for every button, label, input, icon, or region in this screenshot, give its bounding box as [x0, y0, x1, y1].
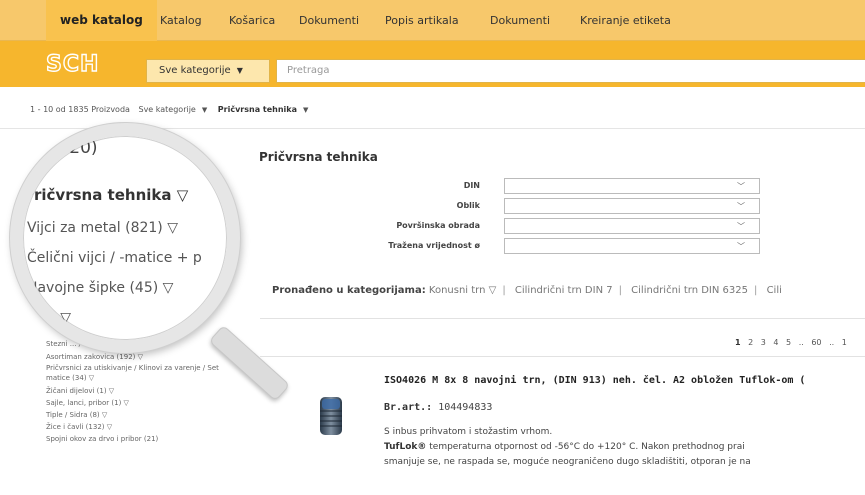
page-link[interactable]: 60	[811, 338, 821, 347]
breadcrumb: 1 - 10 od 1835 Proizvoda Sve kategorije ▼…	[30, 105, 316, 114]
filter-select-trazena-vrijednost[interactable]: ﹀	[504, 238, 760, 254]
filter-select-povrsinska-obrada[interactable]: ﹀	[504, 218, 760, 234]
found-in-categories: Pronađeno u kategorijama: Konusni trn ▽ |…	[272, 285, 782, 296]
filter-label: Oblik	[456, 201, 480, 210]
tab-web-katalog[interactable]: web katalog	[46, 0, 157, 41]
product-description: smanjuje se, ne raspada se, moguće neogr…	[384, 457, 751, 467]
breadcrumb-all-categories[interactable]: Sve kategorije	[138, 105, 195, 114]
product-image[interactable]	[318, 395, 344, 437]
page-link[interactable]: 1	[842, 338, 847, 347]
product-description: TufLok® temperaturna otpornost od -56°C …	[384, 442, 864, 452]
separator: |	[502, 285, 506, 296]
product-description-text: temperaturna otpornost od -56°C do +120°…	[426, 442, 745, 452]
filter-row: DIN ﹀	[260, 178, 780, 196]
chevron-down-icon: ▼	[236, 66, 243, 75]
sidebar-item[interactable]: Vijci za metal (821) ▽	[27, 220, 178, 236]
page-link[interactable]: 4	[773, 338, 778, 347]
magnifier-lens: (8320) Pričvrsna tehnika ▽ Vijci za meta…	[10, 123, 240, 353]
search-input[interactable]: Pretraga	[276, 59, 865, 83]
tab-kosarica[interactable]: Košarica	[229, 0, 275, 41]
chevron-down-icon[interactable]: ▼	[202, 106, 207, 114]
tab-dokumenti[interactable]: Dokumenti	[299, 0, 359, 41]
page-link[interactable]: 1	[735, 338, 741, 347]
divider	[260, 356, 865, 357]
chevron-down-icon: ﹀	[737, 182, 745, 191]
tab-popis-artikala[interactable]: Popis artikala	[385, 0, 459, 41]
page-ellipsis: ..	[798, 338, 804, 347]
separator: |	[618, 285, 622, 296]
result-range: 1 - 10 od 1835 Proizvoda	[30, 105, 130, 114]
page-link[interactable]: 2	[748, 338, 753, 347]
brand-logo[interactable]: SCH	[45, 51, 99, 77]
product-description: S inbus prihvatom i stožastim vrhom.	[384, 427, 553, 437]
sidebar-item[interactable]: Navojne šipke (45) ▽	[27, 280, 173, 296]
filter-row: Oblik ﹀	[260, 198, 780, 216]
sidebar-item[interactable]: Pričvrsnici za utiskivanje / Klinovi za …	[46, 363, 236, 383]
found-category-link[interactable]: Konusni trn ▽	[429, 285, 496, 296]
sidebar-item[interactable]: Žičani dijelovi (1) ▽	[46, 385, 236, 397]
article-label: Br.art.:	[384, 402, 433, 413]
pagination: 1 2 3 4 5 .. 60 .. 1	[735, 338, 852, 347]
filter-row: Površinska obrada ﹀	[260, 218, 780, 236]
category-select[interactable]: Sve kategorije ▼	[146, 59, 270, 83]
page-link[interactable]: 5	[786, 338, 791, 347]
tab-katalog[interactable]: Katalog	[160, 0, 202, 41]
sidebar-item[interactable]: Čelični vijci / -matice + p	[27, 250, 202, 266]
category-select-value: Sve kategorije	[159, 65, 231, 76]
sidebar-category-title[interactable]: Pričvrsna tehnika ▽	[23, 186, 188, 204]
top-navigation: web katalog Katalog Košarica Dokumenti P…	[0, 0, 865, 41]
magnified-sidebar: (8320) Pričvrsna tehnika ▽ Vijci za meta…	[23, 136, 227, 340]
category-count: (8320)	[41, 138, 98, 158]
sidebar-item[interactable]: Asortiman zakovica (192) ▽	[46, 351, 236, 363]
filter-select-oblik[interactable]: ﹀	[504, 198, 760, 214]
article-number: 104494833	[438, 402, 493, 413]
sidebar-item[interactable]: (10) ▽	[27, 310, 71, 326]
tab-dokumenti-2[interactable]: Dokumenti	[490, 0, 550, 41]
sidebar-item[interactable]: Tiple / Sidra (8) ▽	[46, 409, 236, 421]
sidebar-category-list: Stezni ... / ... vijci (23) ▽ Asortiman …	[46, 339, 236, 445]
found-label: Pronađeno u kategorijama:	[272, 285, 426, 296]
filter-form: DIN ﹀ Oblik ﹀ Površinska obrada ﹀ Tražen…	[260, 178, 780, 258]
page-ellipsis: ..	[829, 338, 835, 347]
separator: |	[754, 285, 758, 296]
found-category-link[interactable]: Cilindrični trn DIN 7	[515, 285, 613, 296]
sidebar-item[interactable]: Žice i čavli (132) ▽	[46, 421, 236, 433]
sidebar-item[interactable]: Sajle, lanci, pribor (1) ▽	[46, 397, 236, 409]
breadcrumb-current[interactable]: Pričvrsna tehnika	[218, 105, 297, 114]
sidebar-item[interactable]: Spojni okov za drvo i pribor (21)	[46, 433, 236, 445]
found-category-link[interactable]: Cili	[767, 285, 782, 296]
product-article-number: Br.art.: 104494833	[384, 402, 492, 413]
divider	[260, 318, 865, 319]
found-category-link[interactable]: Cilindrični trn DIN 6325	[631, 285, 748, 296]
chevron-down-icon: ﹀	[737, 242, 745, 251]
product-title[interactable]: ISO4026 M 8x 8 navojni trn, (DIN 913) ne…	[384, 375, 805, 386]
chevron-down-icon: ﹀	[737, 202, 745, 211]
product-brand: TufLok®	[384, 442, 427, 452]
filter-row: Tražena vrijednost ø ﹀	[260, 238, 780, 256]
tab-kreiranje-etiketa[interactable]: Kreiranje etiketa	[580, 0, 671, 41]
page-title: Pričvrsna tehnika	[259, 150, 378, 164]
filter-label: Površinska obrada	[396, 221, 480, 230]
filter-label: DIN	[463, 181, 480, 190]
chevron-down-icon[interactable]: ▼	[303, 106, 308, 114]
page-link[interactable]: 3	[761, 338, 766, 347]
filter-select-din[interactable]: ﹀	[504, 178, 760, 194]
chevron-down-icon: ﹀	[737, 222, 745, 231]
filter-label: Tražena vrijednost ø	[388, 241, 480, 250]
